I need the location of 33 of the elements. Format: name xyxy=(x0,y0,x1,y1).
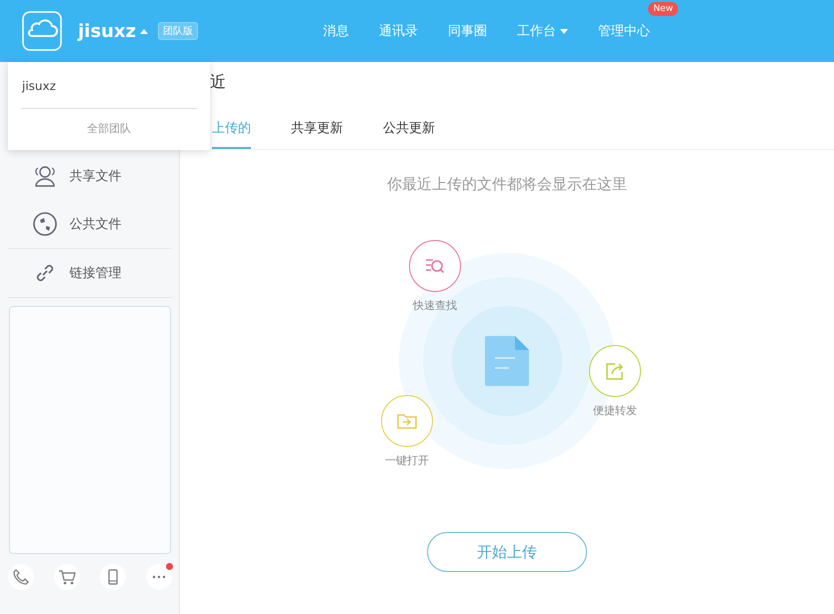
sidebar-item[interactable]: 链接管理 xyxy=(8,249,172,297)
new-badge: New xyxy=(648,2,678,16)
nav-link[interactable]: 消息 xyxy=(322,22,349,40)
feature-label: 便捷转发 xyxy=(593,403,637,418)
feature-label: 快速查找 xyxy=(413,298,457,313)
mobile-button[interactable] xyxy=(100,564,126,590)
page-title: 近 xyxy=(210,72,226,93)
cart-icon xyxy=(58,568,76,586)
tab[interactable]: 上传的 xyxy=(212,115,251,149)
upload-button[interactable]: 开始上传 xyxy=(427,532,587,572)
nav-link[interactable]: 同事圈 xyxy=(448,22,487,40)
more-icon xyxy=(152,575,166,579)
menu-item[interactable]: jisuxz xyxy=(22,78,56,94)
cart-button[interactable] xyxy=(54,564,80,590)
cloud-logo-icon[interactable] xyxy=(22,11,62,51)
sidebar-item[interactable]: 公共文件 xyxy=(8,200,172,248)
nav-link[interactable]: 通讯录 xyxy=(378,22,418,40)
phone-button[interactable] xyxy=(8,564,34,590)
tab[interactable]: 共享更新 xyxy=(291,115,343,149)
feature-label: 一键打开 xyxy=(385,453,429,468)
tab[interactable]: 公共更新 xyxy=(383,115,435,149)
phone-icon xyxy=(12,568,30,586)
sidebar-item[interactable]: 共享文件 xyxy=(8,152,172,200)
document-icon xyxy=(485,336,529,386)
more-button[interactable] xyxy=(146,564,172,590)
globe-icon xyxy=(32,211,58,237)
caret-icon xyxy=(140,28,148,34)
edition-badge: 团队版 xyxy=(158,22,198,40)
empty-message: 你最近上传的文件都将会显示在这里 xyxy=(387,175,627,194)
nav-link[interactable]: 工作台 xyxy=(516,22,568,40)
account-switcher[interactable]: jisuxz xyxy=(78,20,148,42)
search-list-icon[interactable] xyxy=(409,240,461,292)
menu-item[interactable]: 全部团队 xyxy=(87,121,131,136)
